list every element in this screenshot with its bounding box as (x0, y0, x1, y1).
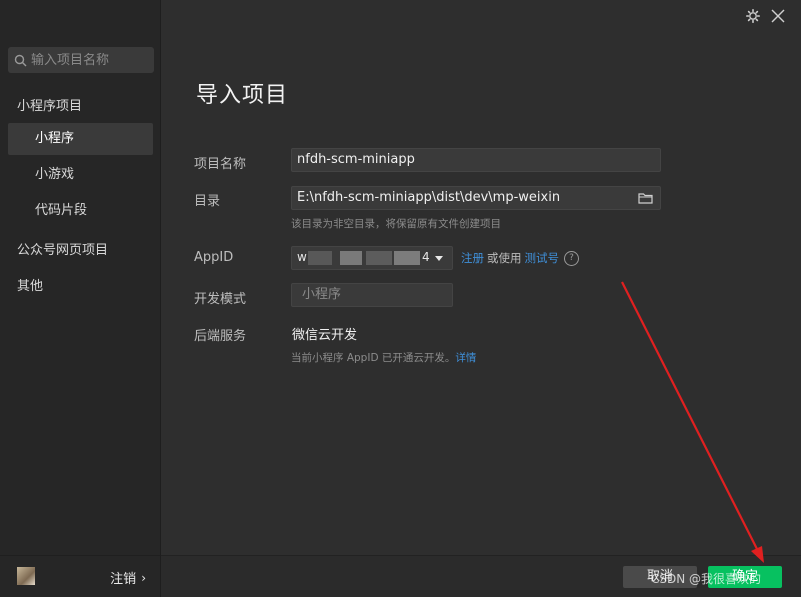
sidebar-group-miniprogram[interactable]: 小程序项目 (17, 95, 82, 114)
appid-select[interactable]: w 4 (291, 246, 453, 270)
appid-redaction (340, 251, 362, 265)
close-icon[interactable] (770, 8, 786, 24)
dev-mode-label: 开发模式 (194, 292, 247, 307)
import-project-window: 小程序项目 小程序 小游戏 代码片段 公众号网页项目 其他 注销 › (0, 0, 801, 597)
sidebar-item-minigame[interactable]: 小游戏 (8, 159, 153, 191)
appid-value-prefix: w (297, 250, 307, 264)
sidebar-footer: 注销 › (0, 555, 160, 597)
avatar[interactable] (17, 567, 35, 585)
backend-value: 微信云开发 (292, 328, 358, 343)
confirm-button[interactable]: 确定 (708, 566, 782, 588)
page-title: 导入项目 (196, 83, 289, 108)
sidebar-group-other[interactable]: 其他 (17, 275, 43, 294)
or-use-text: 或使用 (487, 251, 522, 265)
backend-hint: 当前小程序 AppID 已开通云开发。详情 (291, 350, 476, 365)
project-name-label: 项目名称 (194, 157, 247, 172)
directory-label: 目录 (194, 194, 221, 209)
folder-icon[interactable] (638, 192, 653, 204)
bottom-bar (161, 555, 801, 597)
sidebar-item-code-snippet[interactable]: 代码片段 (8, 195, 153, 227)
appid-links: 注册 或使用 测试号 ? (461, 250, 579, 266)
search-icon (14, 54, 27, 66)
logout-button[interactable]: 注销 › (110, 568, 146, 588)
help-icon[interactable]: ? (564, 250, 579, 266)
appid-label: AppID (194, 250, 234, 265)
sidebar-item-miniprogram[interactable]: 小程序 (8, 123, 153, 155)
dev-mode-input[interactable]: 小程序 (291, 283, 453, 307)
backend-label: 后端服务 (194, 329, 247, 344)
test-account-link[interactable]: 测试号 (525, 250, 560, 266)
register-link[interactable]: 注册 (461, 250, 484, 266)
appid-value-suffix: 4 (422, 250, 430, 264)
project-name-input[interactable]: nfdh-scm-miniapp (291, 148, 661, 172)
details-link[interactable]: 详情 (455, 352, 476, 364)
appid-redaction (366, 251, 392, 265)
appid-redaction (308, 251, 332, 265)
directory-value: E:\nfdh-scm-miniapp\dist\dev\mp-weixin (297, 190, 561, 205)
backend-hint-text: 当前小程序 AppID 已开通云开发。 (291, 352, 456, 364)
chevron-down-icon (435, 256, 443, 261)
search-input[interactable] (31, 52, 149, 68)
annotation-arrow-line (621, 281, 760, 554)
sidebar-group-official-account-web[interactable]: 公众号网页项目 (17, 239, 108, 258)
chevron-right-icon: › (141, 570, 146, 585)
project-search[interactable] (8, 47, 154, 73)
logout-label: 注销 (110, 572, 137, 587)
directory-hint: 该目录为非空目录，将保留原有文件创建项目 (291, 218, 501, 230)
appid-redaction (394, 251, 420, 265)
gear-icon[interactable] (745, 8, 761, 24)
sidebar: 小程序项目 小程序 小游戏 代码片段 公众号网页项目 其他 注销 › (0, 0, 161, 597)
cancel-button[interactable]: 取消 (623, 566, 697, 588)
directory-input[interactable]: E:\nfdh-scm-miniapp\dist\dev\mp-weixin (291, 186, 661, 210)
